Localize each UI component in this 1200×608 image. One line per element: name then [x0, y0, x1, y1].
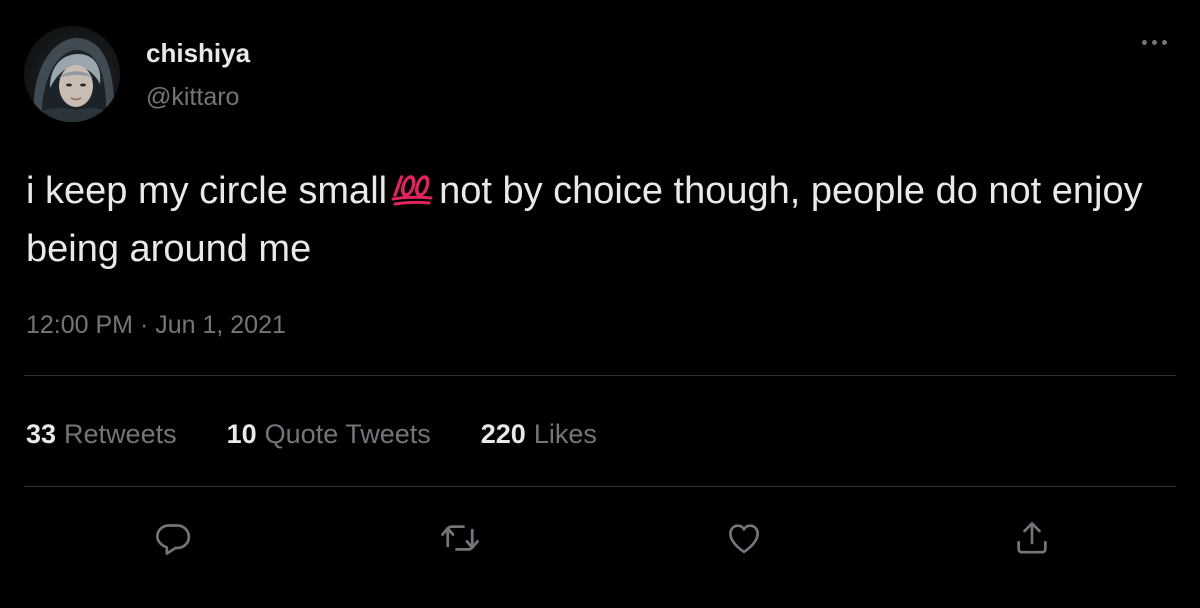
engagement-stats: 33 Retweets 10 Quote Tweets 220 Likes	[26, 416, 597, 452]
share-icon	[1017, 522, 1047, 554]
avatar-image	[24, 38, 120, 122]
tweet-detail: chishiya @kittaro i keep my circle small…	[0, 0, 1200, 608]
like-button[interactable]	[722, 516, 766, 560]
display-name[interactable]: chishiya	[146, 38, 250, 68]
likes-count: 220	[480, 419, 526, 449]
username-handle[interactable]: @kittaro	[146, 82, 239, 112]
share-button[interactable]	[1010, 516, 1054, 560]
100-emoji-icon	[391, 175, 433, 206]
more-options-button[interactable]	[1134, 30, 1174, 54]
heart-icon	[729, 524, 759, 554]
retweet-icon	[441, 525, 479, 551]
tweet-text: i keep my circle small not by choice tho…	[26, 162, 1176, 278]
tweet-text-part1: i keep my circle small	[26, 170, 388, 212]
tweet-timestamp[interactable]: 12:00 PM · Jun 1, 2021	[26, 308, 286, 342]
reply-button[interactable]	[151, 516, 195, 560]
avatar[interactable]	[24, 26, 120, 122]
quote-tweets-count: 10	[226, 419, 257, 449]
more-dot-icon	[1161, 39, 1167, 45]
likes-stat[interactable]: 220 Likes	[481, 416, 597, 452]
quote-tweets-stat[interactable]: 10 Quote Tweets	[227, 416, 431, 452]
retweets-count: 33	[26, 419, 57, 449]
retweet-button[interactable]	[438, 516, 482, 560]
more-dot-icon	[1151, 39, 1157, 45]
retweets-label: Retweets	[64, 419, 177, 449]
more-dot-icon	[1141, 39, 1147, 45]
quote-tweets-label: Quote Tweets	[264, 419, 431, 449]
retweets-stat[interactable]: 33 Retweets	[26, 416, 177, 452]
likes-label: Likes	[533, 419, 597, 449]
divider	[24, 486, 1176, 487]
divider	[24, 375, 1176, 376]
reply-icon	[156, 524, 191, 555]
